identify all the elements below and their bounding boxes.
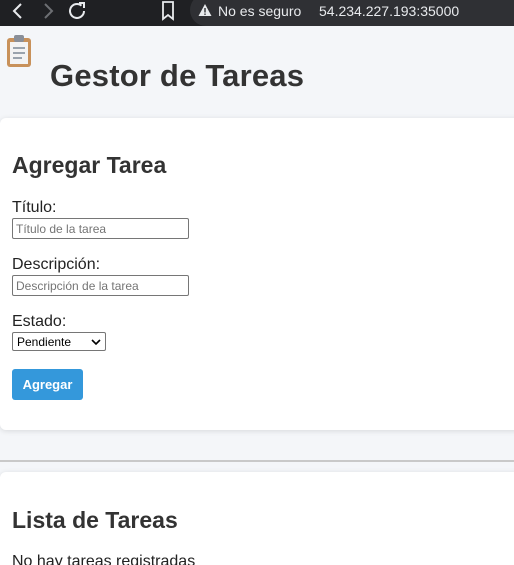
task-list-heading: Lista de Tareas	[12, 507, 178, 533]
url-text[interactable]: 54.234.227.193:35000	[319, 3, 459, 19]
security-status[interactable]: No es seguro	[218, 3, 301, 19]
empty-state-message: No hay tareas registradas	[12, 553, 196, 565]
title-input[interactable]	[12, 218, 189, 239]
state-select-value: Pendiente	[17, 335, 72, 349]
add-task-button[interactable]: Agregar	[12, 369, 83, 400]
add-task-heading: Agregar Tarea	[12, 152, 167, 178]
reload-icon[interactable]	[66, 0, 90, 24]
forward-icon[interactable]	[36, 0, 60, 24]
page-title: Gestor de Tareas	[50, 58, 305, 93]
description-label: Descripción:	[12, 256, 101, 273]
bookmark-icon[interactable]	[156, 0, 180, 24]
warning-icon[interactable]	[198, 3, 212, 17]
state-label: Estado:	[12, 313, 67, 330]
section-divider	[0, 460, 514, 462]
chevron-down-icon	[91, 339, 101, 346]
back-icon[interactable]	[6, 0, 30, 24]
clipboard-icon	[4, 34, 34, 68]
description-input[interactable]	[12, 275, 189, 296]
title-label: Título:	[12, 199, 57, 216]
state-select[interactable]: Pendiente	[12, 332, 106, 351]
